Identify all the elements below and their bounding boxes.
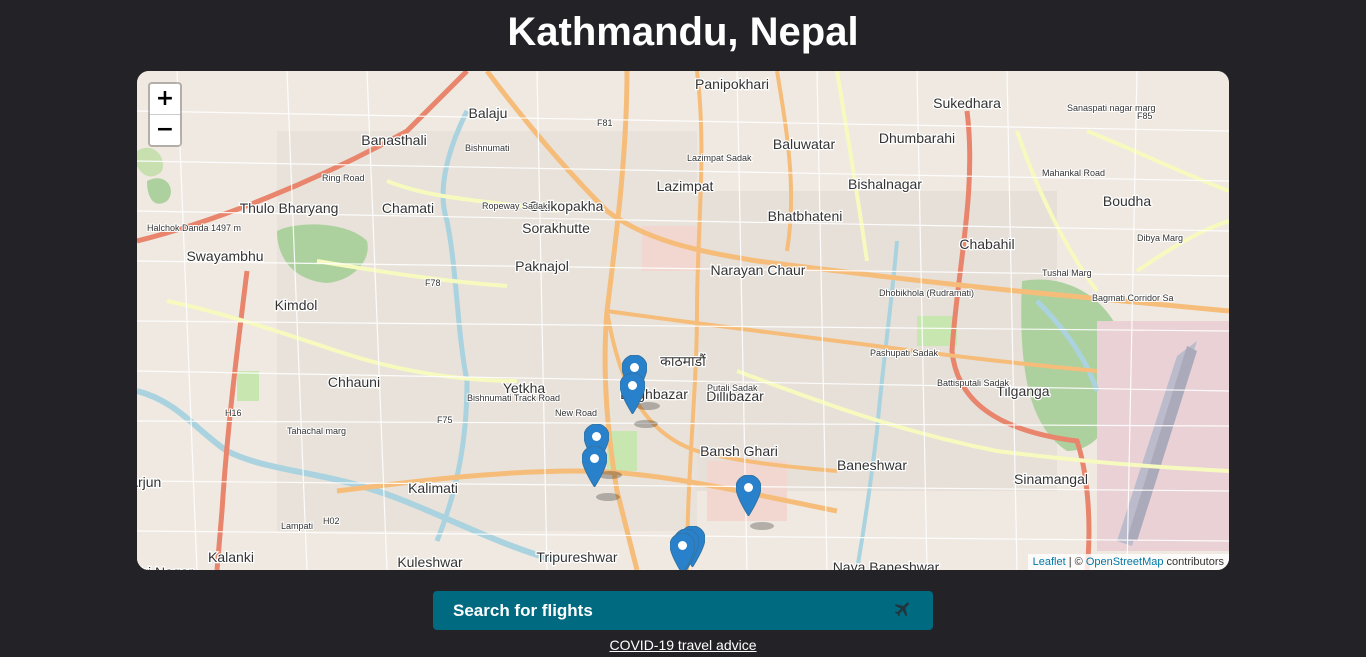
map-place-label: Kuleshwar xyxy=(397,554,463,570)
zoom-control: + − xyxy=(148,82,182,147)
map-road-label: Mahankal Road xyxy=(1042,168,1105,178)
map-road-label: Putali Sadak xyxy=(707,383,758,393)
map-place-label: Tripureshwar xyxy=(536,549,618,565)
attribution-separator: | © xyxy=(1065,556,1086,568)
map-road-label: Bishnumati xyxy=(465,143,510,153)
map-place-label: Dhumbarahi xyxy=(879,130,955,146)
map-road-label: Bishnumati Track Road xyxy=(467,393,560,403)
map-place-label: Sinamangal xyxy=(1014,471,1088,487)
search-flights-label: Search for flights xyxy=(453,600,593,620)
map-place-label: काठमाडौं xyxy=(660,353,706,369)
marker-shadow xyxy=(750,517,780,530)
map-road-label: F78 xyxy=(425,278,441,288)
map-road-label: Bagmati Corridor Sa xyxy=(1092,293,1174,303)
map-place-label: Thulo Bharyang xyxy=(240,200,339,216)
map-place-label: Arjun xyxy=(137,474,161,490)
map-road-label: Ring Road xyxy=(322,173,365,183)
map-place-label: Bansh Ghari xyxy=(700,443,778,459)
map-road-label: New Road xyxy=(555,408,597,418)
map-place-label: Chhauni xyxy=(328,374,380,390)
map-place-label: Kalimati xyxy=(408,480,458,496)
map-place-label: Swayambhu xyxy=(186,248,263,264)
covid-advice: COVID-19 travel advice xyxy=(0,635,1366,654)
openstreetmap-link[interactable]: OpenStreetMap xyxy=(1086,556,1164,568)
map-road-label: Lazimpat Sadak xyxy=(687,153,752,163)
marker-shadow xyxy=(596,488,626,501)
map-place-label: Sukedhara xyxy=(933,95,1001,111)
map-place-label: Naya Baneshwar xyxy=(833,559,940,570)
map-place-label: Baluwatar xyxy=(773,136,836,152)
map-place-label: Bishalnagar xyxy=(848,176,922,192)
map-road-label: Battisputali Sadak xyxy=(937,378,1010,388)
map-place-label: Balaju xyxy=(469,105,508,121)
map-road-label: Dhobikhola (Rudramati) xyxy=(879,288,974,298)
map-road-label: Lampati xyxy=(281,521,313,531)
map-place-label: Narayan Chaur xyxy=(711,262,806,278)
map[interactable]: Panipokhari Sukedhara Balaju Banasthali Balu… xyxy=(137,71,1229,570)
map-tiles[interactable]: Panipokhari Sukedhara Balaju Banasthali Balu… xyxy=(137,71,1229,570)
map-place-label: Sorakhutte xyxy=(522,220,590,236)
map-place-label: Chamati xyxy=(382,200,434,216)
map-place-label: Panipokhari xyxy=(695,76,769,92)
map-attribution: Leaflet | © OpenStreetMap contributors xyxy=(1027,554,1229,570)
covid-travel-advice-link[interactable]: COVID-19 travel advice xyxy=(609,637,756,653)
map-place-label: Kimdol xyxy=(275,297,318,313)
map-road-label: Pashupati Sadak xyxy=(870,348,939,358)
airplane-icon xyxy=(893,599,913,623)
map-place-label: Maitri Nagar xyxy=(137,564,193,570)
map-place-label: Lazimpat xyxy=(657,178,714,194)
map-road-label: Tahachal marg xyxy=(287,426,346,436)
map-road-label: F81 xyxy=(597,118,613,128)
zoom-in-button[interactable]: + xyxy=(150,84,180,114)
map-pin-icon[interactable] xyxy=(669,532,696,570)
map-pin-icon[interactable] xyxy=(581,445,608,488)
map-place-label: Banasthali xyxy=(361,132,426,148)
page-title: Kathmandu, Nepal xyxy=(507,10,859,54)
map-road-label: H02 xyxy=(323,516,340,526)
marker-shadow xyxy=(634,415,664,428)
leaflet-link[interactable]: Leaflet xyxy=(1033,556,1066,568)
map-road-label: Ropeway Sadak xyxy=(482,201,548,211)
map-place-label: Paknajol xyxy=(515,258,569,274)
map-place-label: Chabahil xyxy=(959,236,1014,252)
map-place-label: Bhatbhateni xyxy=(768,208,843,224)
search-flights-button[interactable]: Search for flights xyxy=(433,591,933,630)
zoom-out-button[interactable]: − xyxy=(150,114,180,145)
map-place-label: Kalanki xyxy=(208,549,254,565)
map-road-label: Tushal Marg xyxy=(1042,268,1092,278)
map-pin-icon[interactable] xyxy=(735,474,762,517)
map-road-label: Sanaspati nagar marg xyxy=(1067,103,1156,113)
map-pin-icon[interactable] xyxy=(619,372,646,415)
map-road-label: H16 xyxy=(225,408,242,418)
map-road-label: F75 xyxy=(437,415,453,425)
map-road-label: Halchok Danda 1497 m xyxy=(147,223,241,233)
map-place-label: Boudha xyxy=(1103,193,1151,209)
attribution-suffix: contributors xyxy=(1163,556,1224,568)
map-road-label: Dibya Marg xyxy=(1137,233,1183,243)
map-place-label: Baneshwar xyxy=(837,457,907,473)
